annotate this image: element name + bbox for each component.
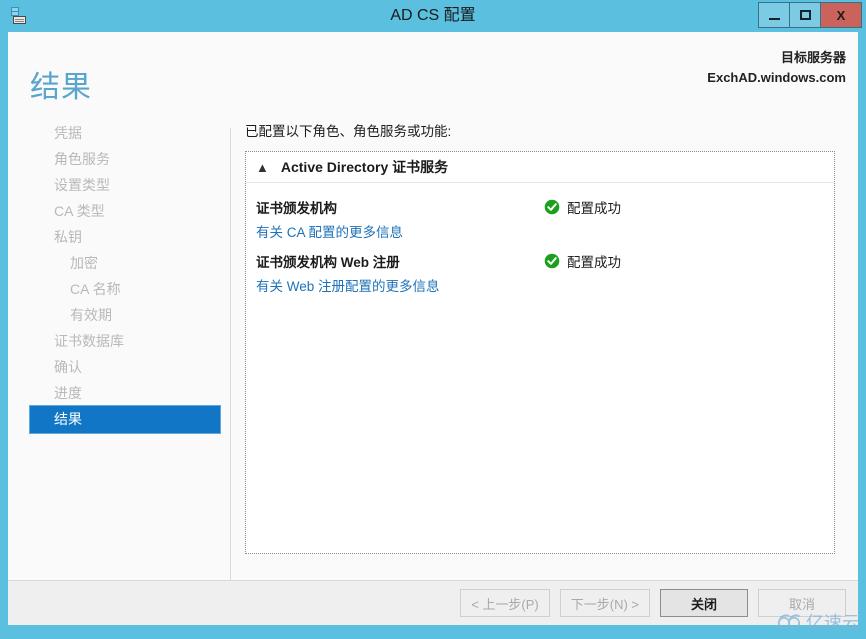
- wizard-step-sidebar: 凭据 角色服务 设置类型 CA 类型 私钥 加密 CA 名称 有效期 证书数据库 确认 进度 结果: [8, 120, 222, 575]
- minimize-button[interactable]: [759, 3, 790, 27]
- maximize-button[interactable]: [790, 3, 821, 27]
- next-button[interactable]: 下一步(N) >: [559, 589, 650, 617]
- sidebar-item-1[interactable]: 角色服务: [8, 146, 222, 172]
- sidebar-item-4[interactable]: 私钥: [8, 224, 222, 250]
- result-status-text: 配置成功: [567, 255, 621, 270]
- cancel-button[interactable]: 取消: [758, 589, 846, 617]
- footer-button-group: < 上一步(P) 下一步(N) > 关闭 取消: [460, 589, 846, 617]
- result-status: 配置成功: [544, 197, 621, 217]
- close-button[interactable]: X: [821, 3, 861, 27]
- page-title: 结果: [30, 71, 92, 104]
- window-controls: X: [758, 2, 862, 28]
- title-bar: AD CS 配置 X: [0, 0, 866, 32]
- result-more-info-link[interactable]: 有关 Web 注册配置的更多信息: [246, 275, 440, 295]
- sidebar-item-2[interactable]: 设置类型: [8, 172, 222, 198]
- result-row: 证书颁发机构 配置成功有关 CA 配置的更多信息: [246, 197, 834, 241]
- window-body: 结果 目标服务器 ExchAD.windows.com 凭据 角色服务 设置类型 CA…: [8, 32, 858, 625]
- target-server-block: 目标服务器 ExchAD.windows.com: [707, 48, 846, 88]
- target-server-name: ExchAD.windows.com: [707, 70, 846, 85]
- results-panel-title: Active Directory 证书服务: [280, 159, 449, 175]
- content-intro-text: 已配置以下角色、角色服务或功能:: [245, 124, 452, 139]
- previous-button[interactable]: < 上一步(P): [460, 589, 550, 617]
- close-dialog-button[interactable]: 关闭: [660, 589, 748, 617]
- ad-cs-configuration-window: AD CS 配置 X 结果 目标服务器 ExchAD.windows.com 凭…: [0, 0, 866, 639]
- sidebar-item-5[interactable]: 加密: [8, 250, 222, 276]
- success-check-icon: [544, 199, 560, 215]
- sidebar-item-6[interactable]: CA 名称: [8, 276, 222, 302]
- sidebar-item-7[interactable]: 有效期: [8, 302, 222, 328]
- results-panel: ▲ Active Directory 证书服务 证书颁发机构 配置成功 有关 CA …: [245, 151, 835, 554]
- result-row-main: 证书颁发机构 配置成功: [246, 197, 834, 217]
- footer-bar: < 上一步(P) 下一步(N) > 关闭 取消: [8, 580, 858, 625]
- maximize-icon: [799, 10, 811, 20]
- success-check-icon: [544, 253, 560, 269]
- result-role-name: 证书颁发机构 Web 注册: [256, 255, 400, 270]
- results-panel-header[interactable]: ▲ Active Directory 证书服务: [246, 152, 834, 183]
- result-role-name: 证书颁发机构: [256, 201, 337, 216]
- sidebar-item-3[interactable]: CA 类型: [8, 198, 222, 224]
- sidebar-item-9[interactable]: 确认: [8, 354, 222, 380]
- results-row-list: 证书颁发机构 配置成功 有关 CA 配置的更多信息 证书颁发机构 Web 注册 配置成功…: [246, 183, 834, 295]
- sidebar-item-8[interactable]: 证书数据库: [8, 328, 222, 354]
- result-row: 证书颁发机构 Web 注册 配置成功有关 Web 注册配置的更多信息: [246, 251, 834, 295]
- chevron-up-icon[interactable]: ▲: [256, 161, 269, 174]
- main-content: 已配置以下角色、角色服务或功能: ▲ Active Directory 证书服务…: [245, 120, 845, 554]
- target-server-label: 目标服务器: [780, 50, 846, 65]
- minimize-icon: [768, 17, 780, 20]
- sidebar-divider: [230, 128, 231, 583]
- sidebar-item-0[interactable]: 凭据: [8, 120, 222, 146]
- sidebar-item-10[interactable]: 进度: [8, 380, 222, 406]
- sidebar-item-11[interactable]: 结果: [30, 406, 220, 433]
- result-more-info-link[interactable]: 有关 CA 配置的更多信息: [246, 221, 403, 241]
- window-title: AD CS 配置: [390, 7, 476, 24]
- result-status-text: 配置成功: [567, 201, 621, 216]
- result-row-main: 证书颁发机构 Web 注册 配置成功: [246, 251, 834, 271]
- result-status: 配置成功: [544, 251, 621, 271]
